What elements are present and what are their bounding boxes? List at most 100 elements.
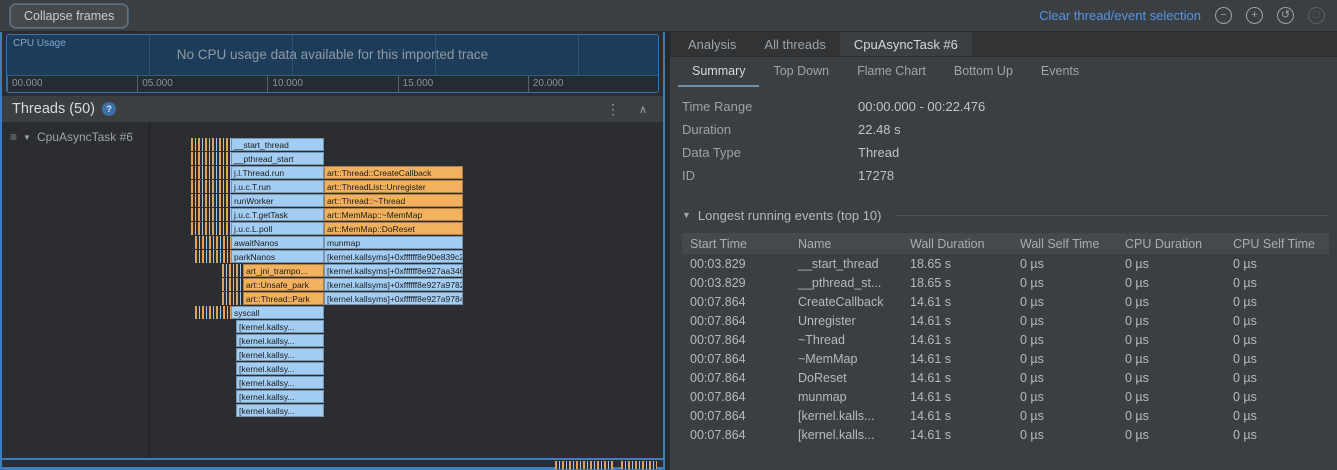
flame-cell[interactable]: j.u.c.L.poll: [231, 222, 324, 235]
flame-cell[interactable]: j.u.c.T.getTask: [231, 208, 324, 221]
flame-cell[interactable]: [kernel.kallsy...: [236, 334, 324, 347]
flame-stripes[interactable]: [191, 180, 231, 193]
flame-stripes[interactable]: [222, 264, 243, 277]
flame-cell[interactable]: awaitNanos: [231, 236, 324, 249]
next-track-preview[interactable]: [621, 461, 657, 469]
table-row[interactable]: 00:03.829__pthread_st...18.65 s0 µs0 µs0…: [682, 273, 1329, 292]
table-cell: 0 µs: [1117, 330, 1225, 349]
summary-row: Duration22.48 s: [670, 118, 1337, 141]
flame-cell[interactable]: [kernel.kallsyms]+0xffffff8e927a9782: [324, 278, 463, 291]
flame-cell[interactable]: syscall: [231, 306, 324, 319]
kebab-menu-icon[interactable]: ⋮: [600, 101, 626, 118]
tab-cpuasynctask-6[interactable]: CpuAsyncTask #6: [840, 32, 972, 56]
flame-cell[interactable]: j.u.c.T.run: [231, 180, 324, 193]
subtab-bottom-up[interactable]: Bottom Up: [940, 57, 1027, 87]
table-cell: ~MemMap: [790, 349, 902, 368]
table-cell: 0 µs: [1012, 368, 1117, 387]
flame-cell[interactable]: [kernel.kallsy...: [236, 348, 324, 361]
table-row[interactable]: 00:07.864~Thread14.61 s0 µs0 µs0 µs: [682, 330, 1329, 349]
column-header-cpu-self-time[interactable]: CPU Self Time: [1225, 233, 1329, 254]
selected-thread-track[interactable]: ≡ ▼ CpuAsyncTask #6 __start_thread__pthr…: [2, 122, 663, 460]
flame-cell[interactable]: art::Thread::CreateCallback: [324, 166, 463, 179]
table-cell: 00:07.864: [682, 349, 790, 368]
help-icon[interactable]: ?: [102, 102, 116, 116]
flame-stripes[interactable]: [195, 306, 231, 319]
table-cell: 0 µs: [1117, 368, 1225, 387]
zoom-in-icon[interactable]: +: [1246, 7, 1263, 24]
timeline-ruler[interactable]: 00.00005.00010.00015.00020.000: [7, 75, 658, 92]
collapse-section-icon[interactable]: ∧: [633, 103, 653, 116]
flame-cell[interactable]: [kernel.kallsy...: [236, 376, 324, 389]
flame-cell[interactable]: [kernel.kallsy...: [236, 362, 324, 375]
flame-cell[interactable]: art::Unsafe_park: [243, 278, 324, 291]
flame-cell[interactable]: [kernel.kallsyms]+0xffffff8e927aa346: [324, 264, 463, 277]
cpu-usage-panel[interactable]: CPU Usage No CPU usage data available fo…: [6, 34, 659, 93]
table-cell: 14.61 s: [902, 311, 1012, 330]
column-header-cpu-duration[interactable]: CPU Duration: [1117, 233, 1225, 254]
flame-stripes[interactable]: [191, 222, 231, 235]
column-header-name[interactable]: Name: [790, 233, 902, 254]
table-row[interactable]: 00:07.864Unregister14.61 s0 µs0 µs0 µs: [682, 311, 1329, 330]
zoom-out-icon[interactable]: −: [1215, 7, 1232, 24]
flame-cell[interactable]: art::Thread::~Thread: [324, 194, 463, 207]
column-header-start-time[interactable]: Start Time: [682, 233, 790, 254]
flame-cell[interactable]: art::ThreadList::Unregister: [324, 180, 463, 193]
reset-zoom-icon[interactable]: ↺: [1277, 7, 1294, 24]
subtab-top-down[interactable]: Top Down: [759, 57, 843, 87]
flame-cell[interactable]: [kernel.kallsy...: [236, 320, 324, 333]
collapse-frames-button[interactable]: Collapse frames: [10, 4, 128, 28]
flame-cell[interactable]: runWorker: [231, 194, 324, 207]
table-cell: 00:03.829: [682, 254, 790, 273]
subtab-events[interactable]: Events: [1027, 57, 1093, 87]
table-cell: Unregister: [790, 311, 902, 330]
subtab-summary[interactable]: Summary: [678, 57, 759, 87]
flame-stripes[interactable]: [222, 278, 243, 291]
table-row[interactable]: 00:07.864munmap14.61 s0 µs0 µs0 µs: [682, 387, 1329, 406]
tab-all-threads[interactable]: All threads: [750, 32, 839, 56]
flame-cell[interactable]: parkNanos: [231, 250, 324, 263]
table-row[interactable]: 00:07.864[kernel.kalls...14.61 s0 µs0 µs…: [682, 406, 1329, 425]
flame-stripes[interactable]: [191, 166, 231, 179]
flame-cell[interactable]: j.l.Thread.run: [231, 166, 324, 179]
flame-cell[interactable]: [kernel.kallsyms]+0xffffff8e927a9784: [324, 292, 463, 305]
flame-cell[interactable]: art_jni_trampo...: [243, 264, 324, 277]
events-section-header[interactable]: ▼ Longest running events (top 10): [670, 205, 1337, 225]
flame-cell[interactable]: __start_thread: [231, 138, 324, 151]
section-collapse-icon[interactable]: ▼: [682, 210, 691, 220]
cpu-usage-track[interactable]: CPU Usage No CPU usage data available fo…: [7, 35, 658, 75]
table-row[interactable]: 00:07.864CreateCallback14.61 s0 µs0 µs0 …: [682, 292, 1329, 311]
flame-cell[interactable]: munmap: [324, 236, 463, 249]
table-row[interactable]: 00:03.829__start_thread18.65 s0 µs0 µs0 …: [682, 254, 1329, 273]
flame-row: j.u.c.L.pollart::MemMap::DoReset: [150, 222, 663, 236]
clear-selection-link[interactable]: Clear thread/event selection: [1039, 8, 1201, 23]
drag-handle-icon[interactable]: ≡: [10, 130, 17, 144]
subtab-flame-chart[interactable]: Flame Chart: [843, 57, 940, 87]
flame-cell[interactable]: __pthread_start: [231, 152, 324, 165]
summary-value: 00:00.000 - 00:22.476: [858, 99, 985, 114]
table-row[interactable]: 00:07.864[kernel.kalls...14.61 s0 µs0 µs…: [682, 425, 1329, 444]
flame-cell[interactable]: [kernel.kallsy...: [236, 404, 324, 417]
tab-analysis[interactable]: Analysis: [674, 32, 750, 56]
column-header-wall-self-time[interactable]: Wall Self Time: [1012, 233, 1117, 254]
table-cell: 00:07.864: [682, 368, 790, 387]
thread-label-row[interactable]: ≡ ▼ CpuAsyncTask #6: [2, 130, 149, 144]
column-header-wall-duration[interactable]: Wall Duration: [902, 233, 1012, 254]
flame-stripes[interactable]: [191, 152, 231, 165]
flame-stripes[interactable]: [191, 194, 231, 207]
flame-cell[interactable]: [kernel.kallsyms]+0xffffff8e90e839c2: [324, 250, 463, 263]
table-row[interactable]: 00:07.864~MemMap14.61 s0 µs0 µs0 µs: [682, 349, 1329, 368]
flame-cell[interactable]: art::MemMap::DoReset: [324, 222, 463, 235]
flame-row: awaitNanosmunmap: [150, 236, 663, 250]
flame-row: [kernel.kallsy...: [150, 376, 663, 390]
flame-stripes[interactable]: [222, 292, 243, 305]
flame-stripes[interactable]: [191, 138, 231, 151]
flame-cell[interactable]: [kernel.kallsy...: [236, 390, 324, 403]
flame-stripes[interactable]: [195, 236, 231, 249]
table-row[interactable]: 00:07.864DoReset14.61 s0 µs0 µs0 µs: [682, 368, 1329, 387]
next-track-preview[interactable]: [555, 461, 613, 469]
thread-expand-icon[interactable]: ▼: [23, 133, 31, 142]
flame-cell[interactable]: art::MemMap::~MemMap: [324, 208, 463, 221]
flame-stripes[interactable]: [195, 250, 231, 263]
flame-stripes[interactable]: [191, 208, 231, 221]
flame-cell[interactable]: art::Thread::Park: [243, 292, 324, 305]
